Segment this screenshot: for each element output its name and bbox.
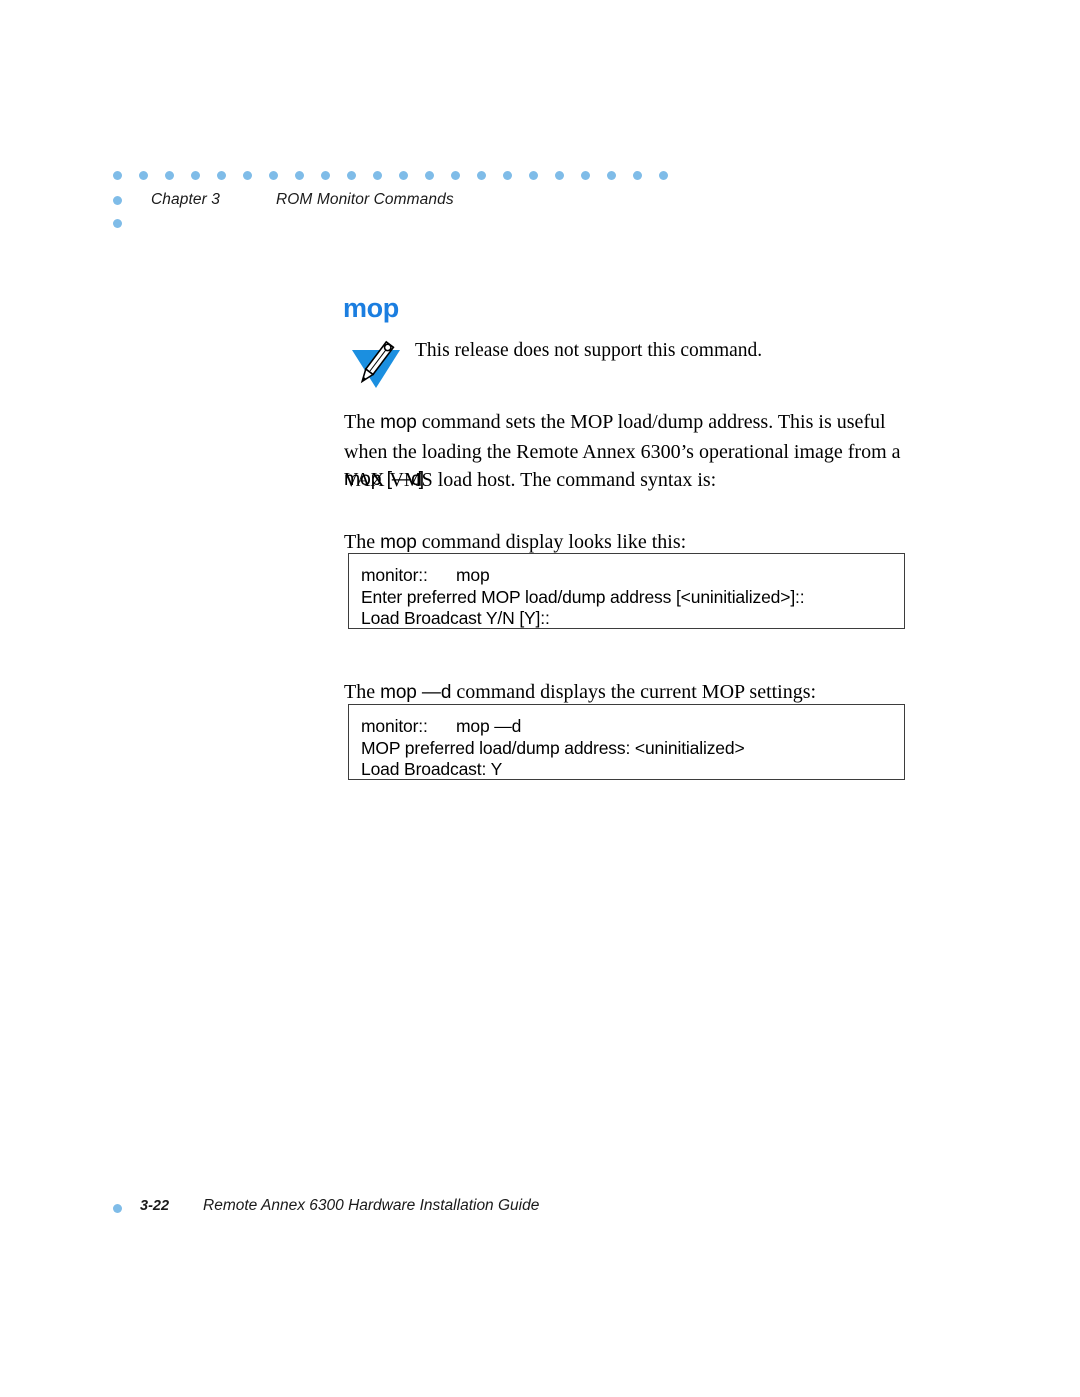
syntax-option-close: ]: [418, 468, 424, 490]
command-syntax-line: mop [—d]: [344, 468, 424, 491]
code-line: monitor:: mop: [361, 565, 490, 585]
note-pencil-triangle-icon: [348, 338, 404, 390]
code-line: Load Broadcast Y/N [Y]::: [361, 608, 550, 628]
code-line: MOP preferred load/dump address: <uninit…: [361, 737, 745, 758]
code-line: Enter preferred MOP load/dump address [<…: [361, 586, 805, 607]
note-text: This release does not support this comma…: [415, 340, 763, 361]
paragraph-intro-lead: The: [344, 411, 381, 433]
code-line: monitor:: mop —d: [361, 716, 522, 736]
footer-text: 3-22 Remote Annex 6300 Hardware Installat…: [140, 1197, 539, 1215]
code-output-box: monitor:: mop Enter preferred MOP load/d…: [348, 553, 905, 629]
footer-dot: [113, 1204, 122, 1213]
syntax-command: mop: [344, 468, 382, 490]
inline-command-mop: mop: [380, 412, 417, 433]
code-output-box: monitor:: mop —d MOP preferred load/dump…: [348, 704, 905, 780]
document-title: Remote Annex 6300 Hardware Installation …: [203, 1197, 540, 1214]
paragraph-display-lead: The: [344, 531, 381, 553]
paragraph-intro-rest: command sets the MOP load/dump address. …: [344, 411, 901, 491]
running-footer: 3-22 Remote Annex 6300 Hardware Installat…: [0, 1196, 1080, 1236]
syntax-option: —d: [391, 468, 422, 490]
inline-command-mop-d: mop —d: [380, 682, 452, 703]
paragraph-dflag-lead: The: [344, 681, 381, 703]
page-title: mop: [343, 293, 399, 323]
page-number: 3-22: [140, 1198, 170, 1214]
code-line: Load Broadcast: Y: [361, 759, 503, 779]
paragraph-intro: The mop command sets the MOP load/dump a…: [344, 408, 910, 495]
paragraph-dflag-rest: command displays the current MOP setting…: [451, 681, 817, 703]
inline-command-mop: mop: [380, 532, 417, 553]
page-content: mop This release does not support this c…: [0, 0, 1080, 1397]
paragraph-display-rest: command display looks like this:: [416, 531, 687, 553]
